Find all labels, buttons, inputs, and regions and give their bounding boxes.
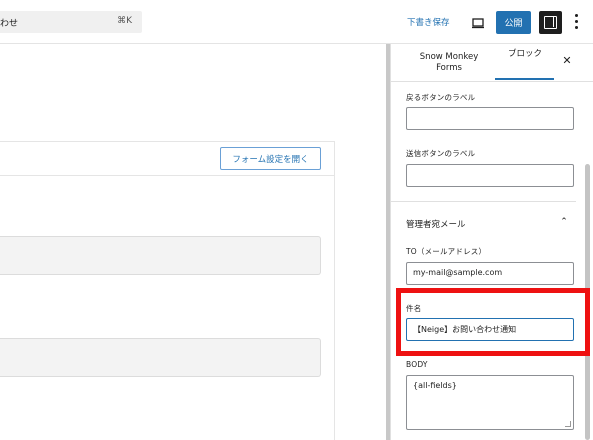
tab-snow-monkey-forms[interactable]: Snow Monkey Forms [409, 52, 489, 74]
submit-button-label-input[interactable] [406, 164, 574, 187]
more-options-icon[interactable] [575, 14, 579, 30]
close-icon[interactable]: ✕ [561, 55, 573, 67]
save-draft-button[interactable]: 下書き保存 [407, 16, 450, 28]
body-textarea[interactable]: {all-fields} [406, 375, 574, 430]
editor-canvas: フォーム設定を開く [0, 44, 386, 440]
back-button-label-input[interactable] [406, 107, 574, 130]
active-tab-indicator [495, 78, 554, 80]
resize-handle-icon[interactable] [565, 421, 571, 427]
sidebar-icon [544, 16, 557, 29]
submit-button-label: 送信ボタンのラベル [406, 149, 476, 158]
form-block[interactable]: フォーム設定を開く [0, 141, 335, 440]
sidebar-tabs: Snow Monkey Forms ブロック ✕ [391, 44, 593, 82]
settings-sidebar: Snow Monkey Forms ブロック ✕ 戻るボタンのラベル 送信ボタン… [390, 44, 593, 440]
top-toolbar: わせ ⌘K 下書き保存 公開 [0, 0, 593, 44]
form-field-placeholder[interactable] [0, 236, 321, 275]
tab-block[interactable]: ブロック [499, 48, 551, 60]
form-field-placeholder[interactable] [0, 338, 321, 377]
back-button-label: 戻るボタンのラベル [406, 93, 476, 102]
publish-button[interactable]: 公開 [496, 11, 531, 34]
to-email-input[interactable]: my-mail@sample.com [406, 262, 574, 285]
chevron-up-icon[interactable]: ⌃ [559, 217, 569, 227]
editor-window: わせ ⌘K 下書き保存 公開 フォーム設定を開く Snow Monkey For… [0, 0, 593, 440]
highlight-box [396, 288, 590, 356]
command-palette-text: わせ [0, 19, 19, 29]
form-block-header: フォーム設定を開く [0, 142, 334, 176]
settings-panel-toggle[interactable] [539, 11, 562, 34]
to-label: TO（メールアドレス） [406, 247, 487, 256]
admin-mail-section-title[interactable]: 管理者宛メール [406, 218, 466, 230]
section-divider [391, 201, 576, 202]
command-shortcut: ⌘K [117, 16, 132, 26]
body-label: BODY [406, 360, 428, 369]
body-text: {all-fields} [413, 381, 457, 390]
open-form-settings-button[interactable]: フォーム設定を開く [220, 147, 321, 170]
preview-icon[interactable] [471, 15, 485, 29]
command-palette-button[interactable]: わせ ⌘K [0, 11, 142, 33]
